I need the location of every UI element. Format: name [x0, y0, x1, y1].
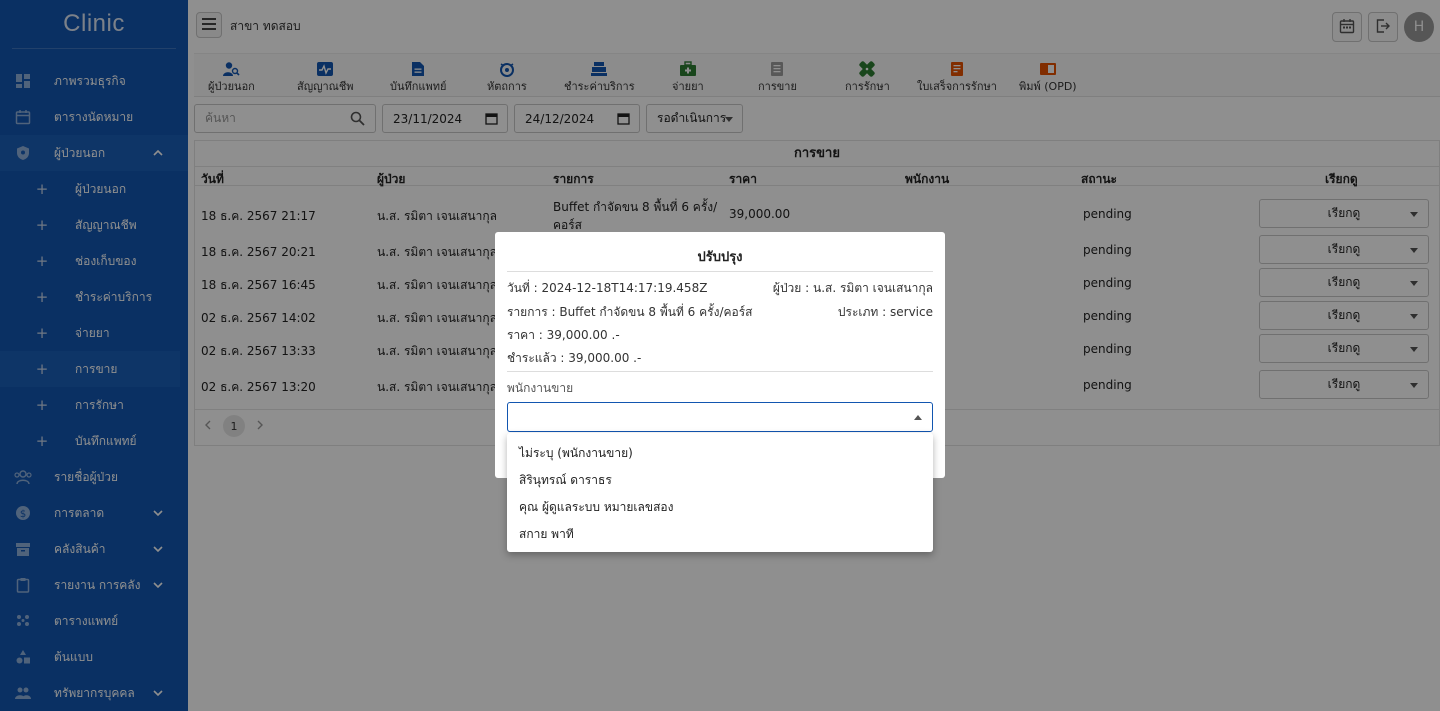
modal-patient: ผู้ป่วย : น.ส. รมิตา เจนเสนากุล — [772, 281, 933, 295]
dropdown-option[interactable]: สกาย พาที — [519, 525, 574, 544]
caret-up-icon — [914, 415, 922, 420]
dropdown-option[interactable]: คุณ ผู้ดูแลระบบ หมายเลขสอง — [519, 498, 673, 517]
modal-divider — [507, 271, 933, 272]
modal-paid: ชำระแล้ว : 39,000.00 .- — [507, 351, 642, 365]
dropdown-option[interactable]: สิรินุทรณ์ ดาราธร — [519, 471, 612, 490]
modal-date: วันที่ : 2024-12-18T14:17:19.458Z — [507, 281, 708, 295]
modal-type: ประเภท : service — [837, 305, 933, 319]
salesperson-select[interactable] — [507, 402, 933, 432]
modal-price: ราคา : 39,000.00 .- — [507, 328, 620, 342]
modal-divider — [507, 371, 933, 372]
salesperson-dropdown: ไม่ระบุ (พนักงานขาย) สิรินุทรณ์ ดาราธร ค… — [507, 433, 933, 552]
dropdown-option[interactable]: ไม่ระบุ (พนักงานขาย) — [519, 444, 633, 463]
salesperson-label: พนักงานขาย — [507, 381, 574, 395]
modal-item: รายการ : Buffet กำจัดขน 8 พื้นที่ 6 ครั้… — [507, 305, 753, 319]
modal-title: ปรับปรุง — [697, 250, 743, 265]
